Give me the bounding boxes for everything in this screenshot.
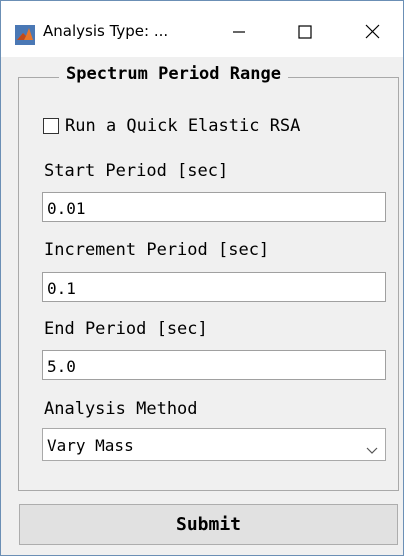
chevron-down-icon[interactable] bbox=[366, 440, 378, 459]
start-period-input[interactable]: 0.01 bbox=[42, 192, 386, 222]
quick-rsa-label[interactable]: Run a Quick Elastic RSA bbox=[65, 116, 300, 136]
minimize-button[interactable] bbox=[216, 15, 262, 51]
analysis-method-select[interactable]: Vary Mass bbox=[42, 428, 386, 461]
increment-period-input[interactable]: 0.1 bbox=[42, 272, 386, 302]
close-button[interactable] bbox=[349, 15, 395, 51]
minimize-icon bbox=[232, 24, 246, 43]
close-icon bbox=[365, 24, 380, 43]
title-bar[interactable]: Analysis Type: ... bbox=[1, 1, 403, 57]
quick-rsa-option[interactable]: Run a Quick Elastic RSA bbox=[43, 116, 300, 136]
dialog-window: Analysis Type: ... Spectrum Period Range… bbox=[0, 0, 404, 556]
end-period-input[interactable]: 5.0 bbox=[42, 350, 386, 380]
quick-rsa-checkbox[interactable] bbox=[43, 118, 59, 134]
matlab-icon bbox=[15, 25, 35, 45]
maximize-button[interactable] bbox=[282, 15, 328, 51]
analysis-method-value: Vary Mass bbox=[47, 436, 134, 455]
increment-period-label: Increment Period [sec] bbox=[44, 240, 270, 260]
analysis-method-label: Analysis Method bbox=[44, 399, 198, 419]
end-period-label: End Period [sec] bbox=[44, 319, 208, 339]
maximize-icon bbox=[298, 24, 312, 43]
panel-title: Spectrum Period Range bbox=[59, 64, 288, 84]
submit-button[interactable]: Submit bbox=[19, 504, 398, 545]
start-period-label: Start Period [sec] bbox=[44, 161, 229, 181]
window-title: Analysis Type: ... bbox=[43, 22, 169, 40]
